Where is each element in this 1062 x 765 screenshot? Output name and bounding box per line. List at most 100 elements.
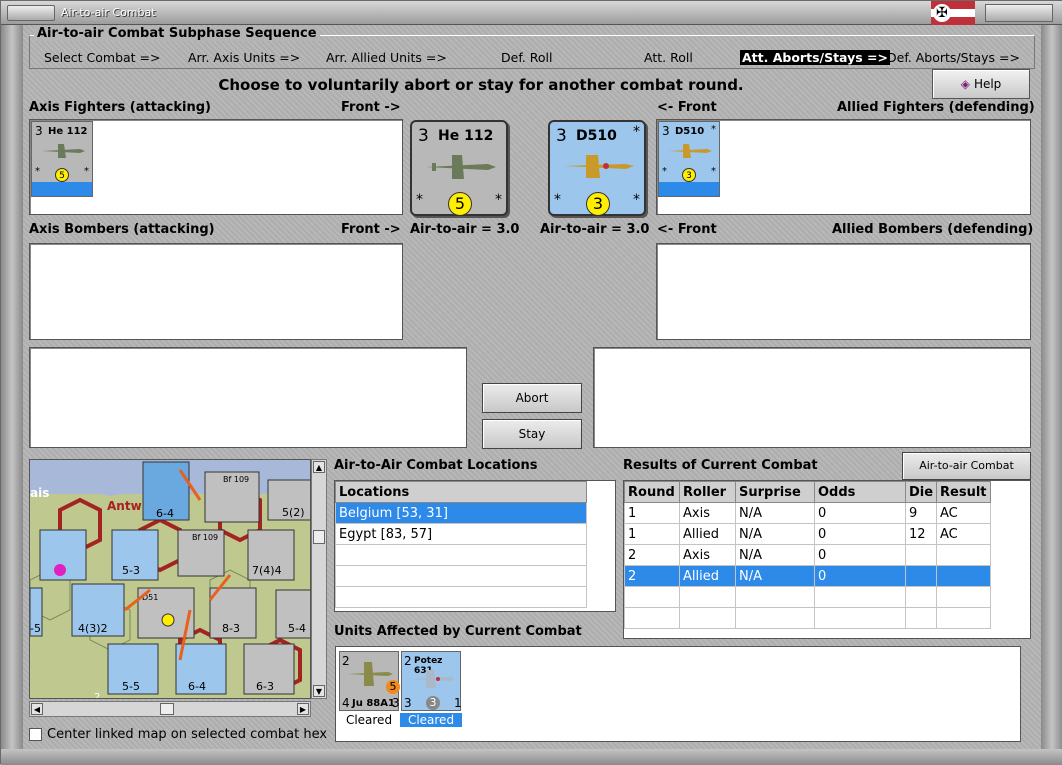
- map-label-ais: ais: [30, 486, 49, 500]
- result-cell: 1: [624, 523, 680, 545]
- result-cell: 2: [624, 565, 680, 587]
- result-cell: [679, 586, 736, 608]
- map-counter-value: 6-4: [188, 680, 206, 693]
- location-row[interactable]: [335, 586, 587, 608]
- result-row[interactable]: [624, 586, 991, 608]
- col-header-roller: Roller: [679, 481, 736, 503]
- center-map-label: Center linked map on selected combat hex: [47, 727, 328, 742]
- scroll-thumb[interactable]: [313, 530, 325, 544]
- ju88-counter[interactable]: 2 5 4 Ju 88A1 3: [339, 651, 400, 711]
- help-book-icon: ◈: [960, 77, 970, 91]
- location-row[interactable]: [335, 544, 587, 566]
- col-header-round: Round: [624, 481, 680, 503]
- map-counter-marker: [161, 613, 175, 627]
- result-cell: AC: [936, 502, 991, 524]
- axis-fighters-label: Axis Fighters (attacking): [29, 100, 211, 115]
- result-cell: [624, 607, 680, 629]
- result-row[interactable]: 2 Axis N/A 0: [624, 544, 991, 566]
- result-cell: [814, 607, 906, 629]
- big-counter-name: D510: [576, 128, 617, 144]
- unit-name: Ju 88A1: [352, 698, 395, 709]
- map-counter-value: 4(3)2: [78, 622, 108, 635]
- unit-mid-right: 5: [386, 680, 400, 694]
- location-row[interactable]: [335, 565, 587, 587]
- scroll-left-arrow-icon[interactable]: ◀: [31, 703, 43, 715]
- scroll-down-arrow-icon[interactable]: ▼: [313, 685, 325, 697]
- step-att-roll: Att. Roll: [644, 50, 693, 65]
- result-cell: Axis: [679, 544, 736, 566]
- right-border: [1041, 25, 1062, 765]
- unit-bottom-left: 3: [404, 696, 412, 710]
- allied-fighters-panel[interactable]: 3 D510 * * 3 *: [656, 119, 1031, 215]
- result-cell: N/A: [735, 544, 815, 566]
- map-counter-value: 8-3: [222, 622, 240, 635]
- scroll-right-arrow-icon[interactable]: ▶: [297, 703, 309, 715]
- stay-button[interactable]: Stay: [482, 419, 582, 449]
- left-border: [1, 25, 23, 765]
- counter-value: 5: [55, 168, 69, 182]
- col-header-surprise: Surprise: [735, 481, 815, 503]
- step-arr-allied-units: Arr. Allied Units =>: [326, 50, 447, 65]
- counter-star: *: [84, 166, 89, 177]
- potez-counter[interactable]: 2 Potez 631 3 3 1: [401, 651, 462, 711]
- unit-bottom-left: 4: [342, 696, 350, 710]
- help-label: Help: [973, 77, 1002, 91]
- col-header-result: Result: [936, 481, 991, 503]
- he112-plane-icon: [426, 155, 496, 179]
- axis-message-panel: [29, 347, 467, 448]
- abort-button[interactable]: Abort: [482, 383, 582, 413]
- help-button[interactable]: ◈ Help: [932, 69, 1030, 99]
- result-row[interactable]: [624, 607, 991, 629]
- linked-map[interactable]: ais Antw 6-4 Bf 109 Bf 109 5-3 7(4)4 5(2…: [29, 459, 311, 699]
- allied-message-panel: [593, 347, 1031, 448]
- result-row[interactable]: 2 Allied N/A 0: [624, 565, 991, 587]
- counter-name: He 112: [48, 126, 88, 137]
- result-row[interactable]: 1 Axis N/A 0 9 AC: [624, 502, 991, 524]
- potez-plane-icon: [410, 670, 455, 688]
- step-select-combat: Select Combat =>: [44, 50, 161, 65]
- allied-bombers-panel[interactable]: [656, 243, 1031, 340]
- map-vertical-scrollbar[interactable]: ▲ ▼: [311, 459, 327, 699]
- allied-fighter-counter[interactable]: 3 D510 * * 3 *: [658, 121, 720, 197]
- system-menu-button[interactable]: [7, 5, 55, 21]
- result-row[interactable]: 1 Allied N/A 0 12 AC: [624, 523, 991, 545]
- col-header-die: Die: [905, 481, 937, 503]
- locations-list[interactable]: Locations Belgium [53, 31] Egypt [83, 57…: [334, 480, 616, 612]
- scroll-up-arrow-icon[interactable]: ▲: [313, 461, 325, 473]
- map-label-antw: Antw: [107, 499, 142, 513]
- big-counter-value: 3: [586, 192, 610, 216]
- units-affected-panel[interactable]: 2 5 4 Ju 88A1 3 Cleared 2 Potez 631 3 3 …: [335, 646, 1021, 742]
- results-table[interactable]: Round Roller Surprise Odds Die Result 1A…: [623, 480, 1031, 639]
- allied-bombers-label: Allied Bombers (defending): [832, 222, 1034, 237]
- counter-star: *: [35, 166, 40, 177]
- counter-strength: 3: [35, 124, 43, 138]
- counter-strength: 3: [662, 124, 670, 138]
- axis-bombers-panel[interactable]: [29, 243, 403, 340]
- map-horizontal-scrollbar[interactable]: ◀ ▶: [29, 701, 311, 717]
- front-right-label: Front ->: [341, 100, 401, 115]
- counter-star: *: [662, 166, 667, 177]
- location-row[interactable]: Belgium [53, 31]: [335, 502, 587, 524]
- col-header-odds: Odds: [814, 481, 906, 503]
- big-counter-name: He 112: [438, 128, 494, 144]
- big-counter-star: *: [416, 192, 423, 208]
- location-row[interactable]: Egypt [83, 57]: [335, 523, 587, 545]
- combat-chart-button[interactable]: Air-to-air Combat Chart: [902, 452, 1031, 498]
- result-cell: 0: [814, 523, 906, 545]
- result-cell: AC: [936, 523, 991, 545]
- close-button[interactable]: [985, 4, 1053, 22]
- result-cell: [936, 565, 991, 587]
- selected-strip: [659, 182, 719, 196]
- axis-big-counter: 3 He 112 * 5 *: [410, 120, 508, 216]
- result-cell: 1: [624, 502, 680, 524]
- result-cell: [624, 586, 680, 608]
- big-counter-value: 5: [448, 192, 472, 216]
- axis-fighters-panel[interactable]: 3 He 112 * 5 *: [29, 119, 403, 215]
- axis-fighter-counter[interactable]: 3 He 112 * 5 *: [31, 121, 93, 197]
- location-cell: [335, 586, 587, 608]
- axis-bombers-label: Axis Bombers (attacking): [29, 222, 215, 237]
- center-map-checkbox[interactable]: [29, 728, 42, 741]
- window-title: Air-to-air Combat: [61, 6, 156, 19]
- scroll-thumb[interactable]: [160, 703, 174, 715]
- result-cell: 2: [624, 544, 680, 566]
